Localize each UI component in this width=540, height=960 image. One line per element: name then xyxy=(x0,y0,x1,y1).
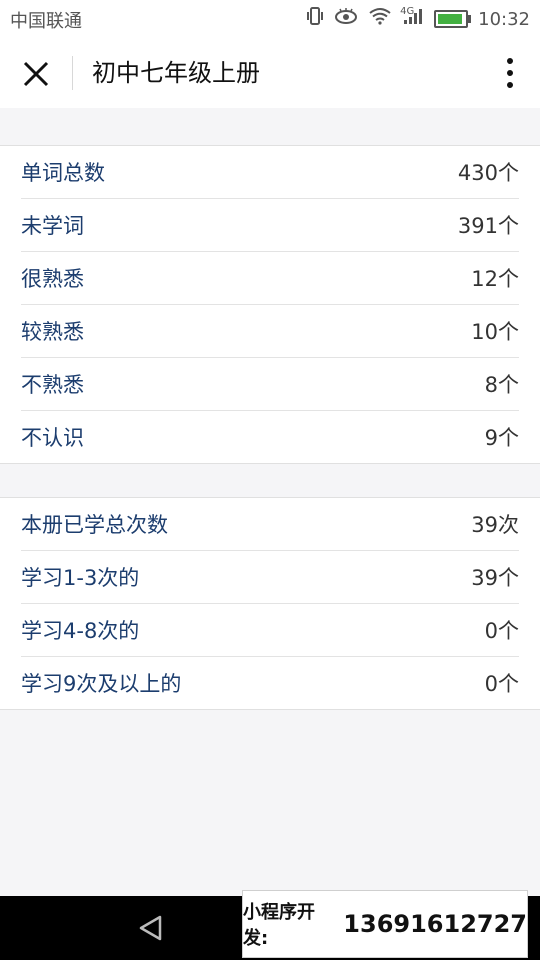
stat-label: 学习9次及以上的 xyxy=(21,672,182,696)
list-item: 单词总数 430个 xyxy=(21,146,519,199)
stat-value: 8个 xyxy=(484,373,519,397)
list-item: 本册已学总次数 39次 xyxy=(21,498,519,551)
network-type: 4G xyxy=(400,6,415,17)
stat-value: 391个 xyxy=(457,214,519,238)
stat-value: 430个 xyxy=(457,161,519,185)
list-item: 学习9次及以上的 0个 xyxy=(21,657,519,709)
stat-value: 9个 xyxy=(484,426,519,450)
navigation-bar: 初中七年级上册 xyxy=(0,36,540,108)
list-item: 未学词 391个 xyxy=(21,199,519,252)
promo-label: 小程序开发: xyxy=(243,902,315,949)
clock: 10:32 xyxy=(478,8,530,30)
list-item: 学习4-8次的 0个 xyxy=(21,604,519,657)
stat-label: 学习4-8次的 xyxy=(21,619,140,643)
signal-icon: 4G xyxy=(400,6,424,31)
stat-label: 较熟悉 xyxy=(21,320,84,344)
stat-label: 本册已学总次数 xyxy=(21,513,168,537)
list-item: 较熟悉 10个 xyxy=(21,305,519,358)
eye-icon xyxy=(334,7,358,31)
study-stats-section: 本册已学总次数 39次 学习1-3次的 39个 学习4-8次的 0个 学习9次及… xyxy=(0,497,540,710)
promo-phone: 13691612727 xyxy=(343,910,527,938)
stat-value: 12个 xyxy=(471,267,519,291)
carrier-name: 中国联通 xyxy=(10,11,82,32)
list-item: 很熟悉 12个 xyxy=(21,252,519,305)
list-item: 不熟悉 8个 xyxy=(21,358,519,411)
battery-icon xyxy=(434,10,472,28)
stat-value: 10个 xyxy=(471,320,519,344)
stat-value: 39次 xyxy=(471,513,519,537)
list-item: 学习1-3次的 39个 xyxy=(21,551,519,604)
stat-label: 未学词 xyxy=(21,214,84,238)
close-icon[interactable] xyxy=(20,58,52,90)
page-title: 初中七年级上册 xyxy=(92,59,260,87)
stat-label: 不熟悉 xyxy=(21,373,84,397)
word-stats-section: 单词总数 430个 未学词 391个 很熟悉 12个 较熟悉 10个 不熟悉 8… xyxy=(0,145,540,464)
stat-label: 很熟悉 xyxy=(21,267,84,291)
stat-label: 学习1-3次的 xyxy=(21,566,140,590)
promo-banner: 小程序开发: 13691612727 xyxy=(242,890,528,958)
wifi-icon xyxy=(368,7,392,31)
stat-label: 单词总数 xyxy=(21,161,105,185)
back-triangle-icon[interactable] xyxy=(138,914,164,942)
stat-value: 0个 xyxy=(484,672,519,696)
nav-divider xyxy=(72,56,73,90)
status-icons: 4G 10:32 xyxy=(306,6,530,32)
list-item: 不认识 9个 xyxy=(21,411,519,463)
vibrate-icon xyxy=(306,6,324,32)
stat-value: 0个 xyxy=(484,619,519,643)
stat-label: 不认识 xyxy=(21,426,84,450)
more-vertical-icon[interactable] xyxy=(504,56,516,90)
status-bar: 中国联通 4G 10:32 xyxy=(0,0,540,36)
stat-value: 39个 xyxy=(471,566,519,590)
